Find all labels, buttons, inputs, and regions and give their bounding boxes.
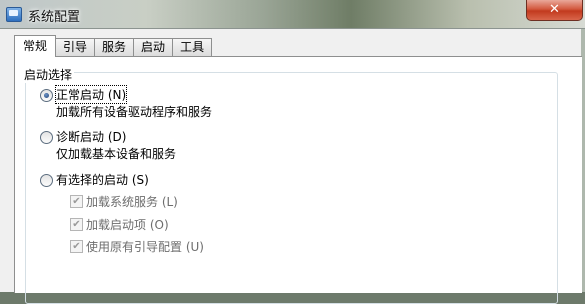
load-startup-items-label: 加载启动项 (O) [86, 218, 169, 232]
use-original-boot-config-checkbox[interactable]: ✔ [70, 240, 83, 253]
load-startup-items-checkbox[interactable]: ✔ [70, 218, 83, 231]
selective-startup-label[interactable]: 有选择的启动 (S) [56, 171, 149, 188]
tab-tools[interactable]: 工具 [172, 38, 213, 56]
diagnostic-startup-radio[interactable] [40, 131, 53, 144]
load-system-services-label: 加载系统服务 (L) [86, 195, 178, 209]
title-bar[interactable]: 系统配置 ✕ [0, 0, 585, 29]
selective-startup-radio[interactable] [40, 174, 53, 187]
tab-general[interactable]: 常规 [14, 35, 57, 57]
tab-startup[interactable]: 启动 [133, 38, 174, 56]
tab-strip: 常规 引导 服务 启动 工具 [14, 35, 213, 57]
tab-services[interactable]: 服务 [94, 38, 135, 56]
system-config-icon [6, 7, 22, 22]
use-original-boot-config-label: 使用原有引导配置 (U) [86, 240, 204, 254]
dialog-client-area: 常规 引导 服务 启动 工具 启动选择 正常启动 (N) 加载所有设备驱动程序和… [0, 29, 585, 304]
close-button[interactable]: ✕ [526, 0, 583, 21]
load-system-services-checkbox[interactable]: ✔ [70, 195, 83, 208]
normal-startup-description: 加载所有设备驱动程序和服务 [56, 105, 213, 119]
window-title: 系统配置 [28, 10, 81, 25]
tab-boot[interactable]: 引导 [55, 38, 96, 56]
normal-startup-radio[interactable] [40, 89, 53, 102]
startup-selection-title: 启动选择 [22, 66, 75, 83]
diagnostic-startup-label[interactable]: 诊断启动 (D) [56, 128, 126, 145]
diagnostic-startup-description: 仅加载基本设备和服务 [56, 147, 177, 161]
normal-startup-label[interactable]: 正常启动 (N) [54, 85, 128, 104]
